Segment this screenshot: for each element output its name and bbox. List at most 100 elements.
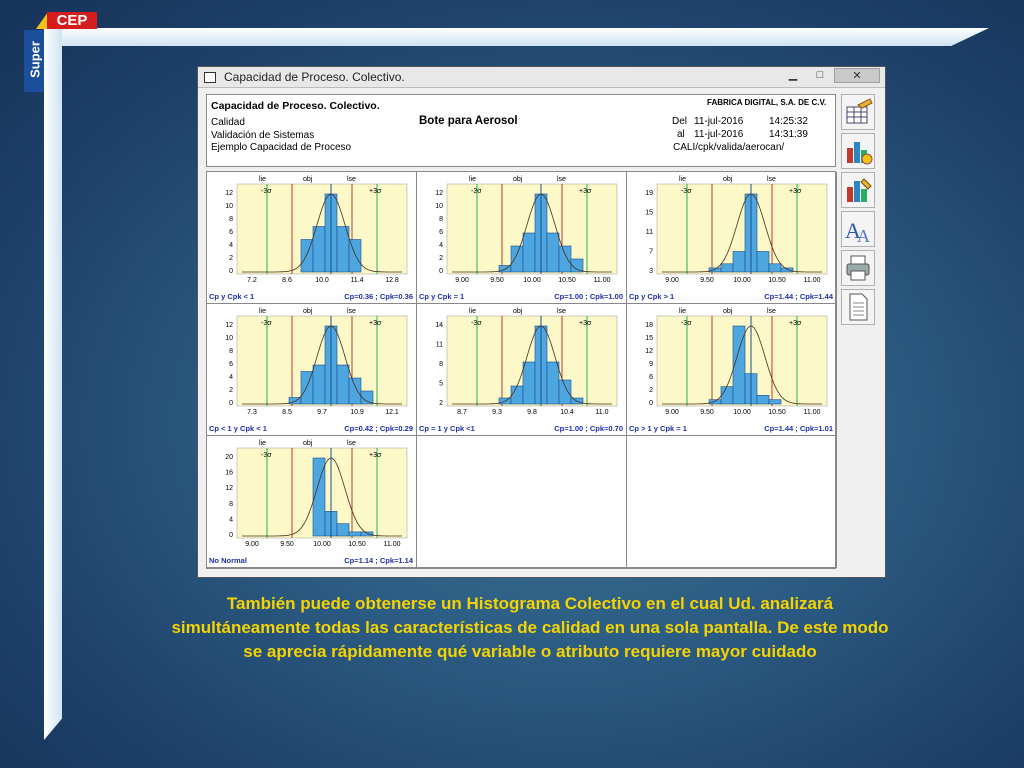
limit-label: obj [723,176,733,183]
printer-icon[interactable] [841,250,875,286]
histogram-bar [510,385,524,405]
limit-label: obj [303,176,313,183]
cp-values: Cp=1.00 ; Cpk=1.00 [554,292,623,301]
y-tick-label: 2 [649,387,653,394]
x-tick-label: 11.00 [384,541,401,548]
y-tick-label: 19 [645,190,653,197]
x-tick-label: 7.3 [247,409,257,416]
y-tick-label: 0 [229,400,233,407]
y-tick-label: 10 [225,335,233,342]
close-button[interactable]: ✕ [834,68,880,83]
maximize-button[interactable]: □ [807,68,833,83]
document-icon[interactable] [841,289,875,325]
x-tick-label: 9.50 [490,277,504,284]
x-tick-label: 9.3 [492,409,502,416]
y-tick-label: 8 [229,348,233,355]
x-tick-label: 9.00 [245,541,259,548]
histogram-bar [768,399,782,405]
limit-label: obj [513,176,523,183]
histogram-bar [570,258,584,273]
cp-condition: No Normal [209,556,247,565]
product-name: Bote para Aerosol [419,115,518,127]
from-label: Del [672,116,688,127]
y-tick-label: 15 [645,210,653,217]
plus-3-sigma-label: +3σ [789,188,802,195]
x-tick-label: 9.8 [527,409,537,416]
y-tick-label: 4 [229,374,233,381]
company-name: FABRICA DIGITAL, S.A. DE C.V. [707,98,827,107]
cp-condition: Cp = 1 y Cpk <1 [419,424,475,433]
font-icon[interactable]: AA [841,211,875,247]
histogram-bar [348,377,362,405]
y-tick-label: 4 [439,242,443,249]
logo-super-label: Super [27,41,43,78]
x-tick-label: 10.50 [768,277,786,284]
limit-label: obj [303,308,313,315]
y-tick-label: 10 [225,203,233,210]
x-tick-label: 10.4 [560,409,574,416]
y-tick-label: 12 [225,322,233,329]
y-tick-label: 10 [435,203,443,210]
histogram-bar [708,399,722,405]
minimize-button[interactable]: ▁ [780,68,806,83]
histogram-cell: lie obj lse -3σ +3σ 18 15 12 9 6 2 0 9.00 9.50 10.00 10… [627,304,837,436]
cp-condition: Cp y Cpk < 1 [209,292,255,301]
limit-label: lie [469,176,476,183]
window-title: Capacidad de Proceso. Colectivo. [224,70,405,84]
y-tick-label: 2 [439,255,443,262]
report-line-1: Calidad [211,117,245,128]
cp-condition: Cp < 1 y Cpk < 1 [209,424,267,433]
y-tick-label: 9 [649,361,653,368]
plus-3-sigma-label: +3σ [579,320,592,327]
y-tick-label: 8 [229,501,233,508]
from-time: 14:25:32 [769,116,808,127]
x-tick-label: 8.6 [282,277,292,284]
cp-condition: Cp y Cpk > 1 [629,292,675,301]
x-tick-label: 10.50 [768,409,786,416]
histogram-cell: lie obj lse -3σ +3σ 12 10 8 6 4 2 0 7.2 8.6 10.0 11.4 12… [207,172,417,304]
histogram-svg: lie obj lse-3σ +3σ1210864207.2 8.6 10.0 11.4 12… [225,176,408,284]
plus-3-sigma-label: +3σ [369,188,382,195]
y-tick-label: 4 [229,516,233,523]
limit-label: lie [679,176,686,183]
bar-chart-pencil-icon[interactable] [841,172,875,208]
histogram-cell: lie obj lse -3σ +3σ 19 15 11 7 3 9.00 9.50 10.00 10.5… [627,172,837,304]
plus-3-sigma-label: +3σ [579,188,592,195]
bar-chart-gear-icon[interactable] [841,133,875,169]
x-tick-label: 11.00 [594,277,611,284]
logo-cep: CEP [47,12,97,29]
cp-condition: Cp > 1 y Cpk = 1 [629,424,687,433]
y-tick-label: 12 [225,485,233,492]
histogram-svg: lie obj lse-3σ +3σ14118528.7 9.3 9.8 10.4 11.0 [435,308,618,416]
app-window: Capacidad de Proceso. Colectivo. ▁ □ ✕ C… [197,66,886,578]
limit-label: lse [557,176,566,183]
x-tick-label: 9.00 [665,409,679,416]
limit-label: lse [767,176,776,183]
histogram-svg: lie obj lse-3σ +3σ2016128409.00 9.50 10.00 10.… [225,440,408,548]
histogram-svg: lie obj lse-3σ +3σ18151296209.00 9.50 10.00 10… [645,308,828,416]
cp-values: Cp=1.44 ; Cpk=1.01 [764,424,833,433]
title-bar: Capacidad de Proceso. Colectivo. ▁ □ ✕ [198,67,885,88]
y-tick-label: 6 [649,374,653,381]
y-tick-label: 8 [229,216,233,223]
histogram-cell: lie obj lse -3σ +3σ 12 10 8 6 4 2 0 9.00 9.50 10.00 10.… [417,172,627,304]
y-tick-label: 2 [439,400,443,407]
histogram-svg: lie obj lse-3σ +3σ1210864207.3 8.5 9.7 10.9 12.… [225,308,408,416]
histogram-bar [756,251,770,273]
histogram-svg: lie obj lse-3σ +3σ191511739.00 9.50 10.00 10.5… [645,176,828,284]
side-toolbar: AA [841,94,879,328]
y-tick-label: 0 [649,400,653,407]
window-icon [204,72,216,83]
histogram-footer: Cp y Cpk > 1 Cp=1.44 ; Cpk=1.44 [629,292,833,301]
x-tick-label: 9.00 [455,277,469,284]
histogram-bar [522,232,536,273]
x-tick-label: 10.9 [350,409,364,416]
to-time: 14:31:39 [769,129,808,140]
report-line-2: Validación de Sistemas [211,130,315,141]
y-tick-label: 16 [225,470,233,477]
table-hand-icon[interactable] [841,94,875,130]
histogram-cell: lie obj lse -3σ +3σ 12 10 8 6 4 2 0 7.3 8.5 9.7 10.9 12.… [207,304,417,436]
x-tick-label: 11.00 [804,277,821,284]
x-tick-label: 11.4 [350,277,363,284]
histogram-bar [348,531,362,537]
